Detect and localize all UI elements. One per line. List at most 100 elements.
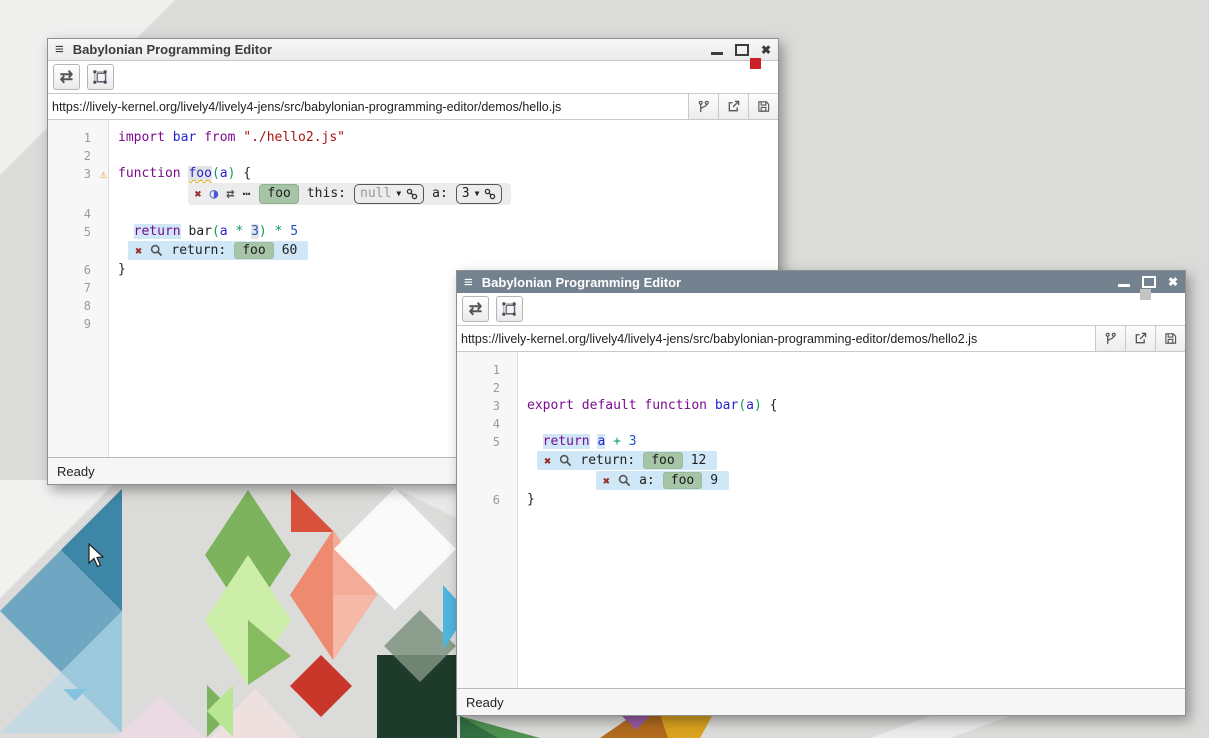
line-number: 2 xyxy=(457,379,517,397)
save-button[interactable] xyxy=(1155,326,1185,351)
code-token: { xyxy=(762,398,778,413)
status-bar: Ready xyxy=(457,688,1185,715)
unsaved-indicator xyxy=(750,58,761,69)
line-number: 5 xyxy=(48,223,108,241)
magnifier-icon[interactable] xyxy=(150,244,163,257)
minimize-button[interactable] xyxy=(1118,284,1130,287)
line-number: 6 xyxy=(457,491,517,509)
minimize-button[interactable] xyxy=(711,52,723,55)
code-row: 2 xyxy=(457,379,1185,397)
code-token: } xyxy=(527,492,535,507)
swap-panes-button[interactable]: ⇄ xyxy=(53,64,80,90)
code-token: import xyxy=(118,130,173,145)
save-icon xyxy=(757,100,770,113)
line-number xyxy=(48,241,108,261)
link-connection-icon[interactable] xyxy=(484,188,496,200)
code-token: ( xyxy=(212,224,220,239)
unsaved-indicator xyxy=(1140,289,1151,300)
halo-select-button[interactable] xyxy=(496,296,523,322)
example-chip[interactable]: foo xyxy=(259,184,298,204)
code-token: return xyxy=(134,224,181,239)
code-editor[interactable]: 12 3export default function bar(a) {45 re… xyxy=(457,352,1185,688)
example-chip[interactable]: foo xyxy=(663,472,702,489)
open-external-button[interactable] xyxy=(718,94,748,119)
maximize-button[interactable] xyxy=(1142,276,1156,288)
code-token: function xyxy=(118,166,188,181)
line-number: 6 xyxy=(48,261,108,279)
titlebar[interactable]: ≡ Babylonian Programming Editor ✖ xyxy=(457,271,1185,293)
dropdown-value: 3 xyxy=(462,185,470,203)
editor-toolbar: ⇄ xyxy=(457,293,1185,325)
example-chip[interactable]: foo xyxy=(643,452,682,469)
delete-probe-button[interactable]: ✖ xyxy=(135,245,142,257)
code-row: 5 return bar(a * 3) * 5 xyxy=(48,223,778,241)
line-number: 5 xyxy=(457,433,517,451)
argument-label: this: xyxy=(307,185,346,203)
line-number: 4 xyxy=(457,415,517,433)
save-button[interactable] xyxy=(748,94,778,119)
open-external-button[interactable] xyxy=(1125,326,1155,351)
probe-row: ✖return:foo60 xyxy=(48,241,778,261)
code-line: ✖ ◑ ⇄ ⋯ foo this: null▼ a: 3▼ xyxy=(108,183,511,205)
swap-icon[interactable]: ⇄ xyxy=(226,187,234,201)
probe-value: 60 xyxy=(282,242,298,260)
close-button[interactable]: ✖ xyxy=(761,44,771,56)
code-token: } xyxy=(118,262,126,277)
line-number: 1 xyxy=(48,129,108,147)
delete-example-button[interactable]: ✖ xyxy=(194,188,201,200)
code-line: } xyxy=(108,261,126,279)
halo-icon xyxy=(92,69,109,86)
code-line xyxy=(108,315,118,333)
argument-label: a: xyxy=(432,185,448,203)
code-token: from xyxy=(196,130,243,145)
url-bar xyxy=(48,93,778,120)
line-number: 9 xyxy=(48,315,108,333)
hamburger-menu-icon[interactable]: ≡ xyxy=(464,275,473,290)
code-row: 3export default function bar(a) { xyxy=(457,397,1185,415)
halo-select-button[interactable] xyxy=(87,64,114,90)
maximize-button[interactable] xyxy=(735,44,749,56)
link-connection-icon[interactable] xyxy=(406,188,418,200)
mouse-cursor xyxy=(87,543,107,571)
version-history-button[interactable] xyxy=(688,94,718,119)
swap-panes-button[interactable]: ⇄ xyxy=(462,296,489,322)
version-history-button[interactable] xyxy=(1095,326,1125,351)
branch-icon xyxy=(1104,332,1117,345)
warning-icon: ⚠ xyxy=(100,166,107,182)
probe-value: 12 xyxy=(691,452,707,470)
code-line: function foo(a) { xyxy=(108,165,251,183)
code-token xyxy=(527,434,543,449)
close-button[interactable]: ✖ xyxy=(1168,276,1178,288)
toggle-example-icon[interactable]: ◑ xyxy=(210,187,218,201)
url-input[interactable] xyxy=(457,326,1095,351)
hamburger-menu-icon[interactable]: ≡ xyxy=(55,42,64,57)
delete-probe-button[interactable]: ✖ xyxy=(544,455,551,467)
probe-widget: ✖return:foo60 xyxy=(128,241,308,260)
probe-value: 9 xyxy=(710,472,718,490)
magnifier-icon[interactable] xyxy=(559,454,572,467)
code-token: * xyxy=(228,224,251,239)
url-bar xyxy=(457,325,1185,352)
magnifier-icon[interactable] xyxy=(618,474,631,487)
code-line: return bar(a * 3) * 5 xyxy=(108,223,298,241)
window-title: Babylonian Programming Editor xyxy=(482,275,681,290)
value-dropdown[interactable]: 3▼ xyxy=(456,184,503,204)
example-chip[interactable]: foo xyxy=(234,242,273,259)
code-line xyxy=(108,297,118,315)
code-token: export default function xyxy=(527,398,715,413)
code-token: * xyxy=(267,224,290,239)
delete-probe-button[interactable]: ✖ xyxy=(603,475,610,487)
titlebar[interactable]: ≡ Babylonian Programming Editor ✖ xyxy=(48,39,778,61)
probe-label: return: xyxy=(580,452,635,470)
probe-label: a: xyxy=(639,472,655,490)
code-line xyxy=(108,147,118,165)
code-token: 3 xyxy=(251,224,259,239)
code-token: ) xyxy=(259,224,267,239)
code-token: bar xyxy=(181,224,212,239)
code-line: import bar from "./hello2.js" xyxy=(108,129,345,147)
probe-widget: ✖ return: foo 12 xyxy=(537,451,717,470)
url-input[interactable] xyxy=(48,94,688,119)
window-hello2-js-editor: ≡ Babylonian Programming Editor ✖ ⇄ xyxy=(456,270,1186,716)
value-dropdown[interactable]: null▼ xyxy=(354,184,424,204)
more-options-icon[interactable]: ⋯ xyxy=(243,188,252,201)
